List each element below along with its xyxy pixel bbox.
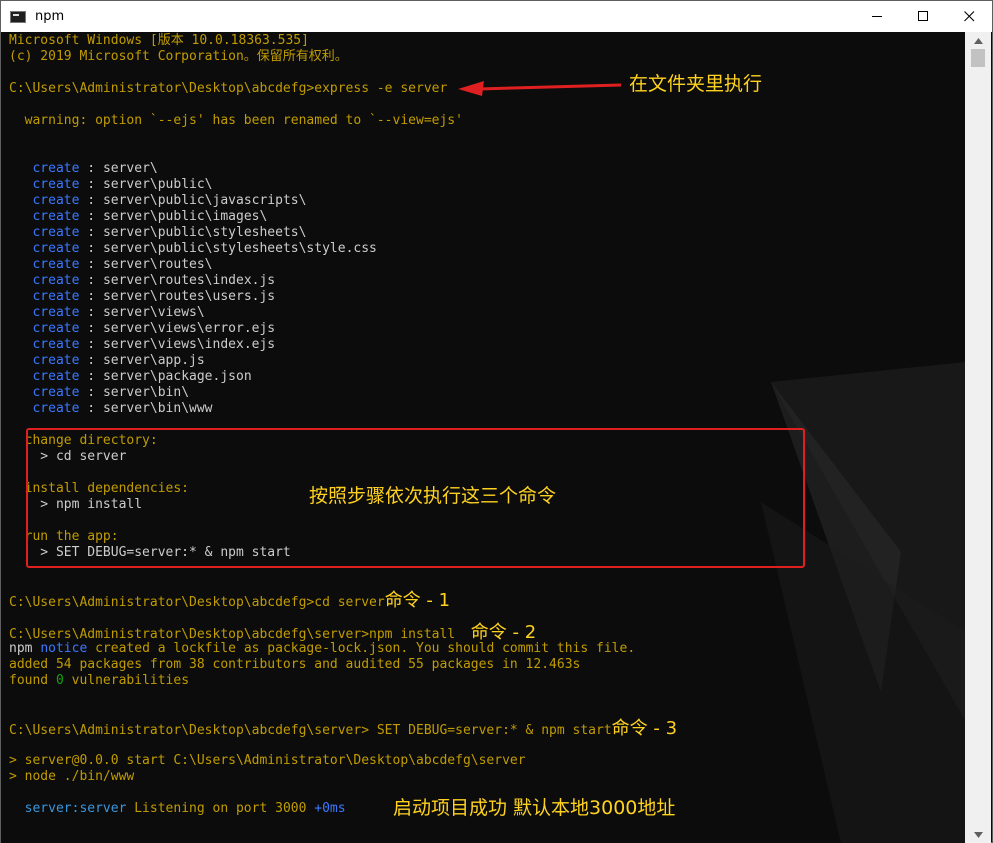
create-path: server\ [102, 161, 158, 176]
create-line: create : server\package.json [32, 369, 252, 384]
create-label: create [32, 289, 80, 304]
console-copyright: (c) 2019 Microsoft Corporation。保留所有权利。 [9, 49, 348, 64]
create-label: create [32, 241, 80, 256]
console-lines: Microsoft Windows [版本 10.0.18363.535] (c… [9, 33, 677, 817]
create-path: server\bin\www [102, 401, 213, 416]
create-line: create : server\views\error.ejs [32, 321, 276, 336]
create-path: server\routes\ [102, 257, 213, 272]
create-label: create [32, 257, 80, 272]
create-path: server\views\ [102, 305, 205, 320]
scroll-down-arrow[interactable] [965, 826, 991, 843]
create-path: server\routes\index.js [102, 273, 276, 288]
create-path: server\views\index.ejs [102, 337, 276, 352]
close-button[interactable] [946, 1, 992, 32]
create-line: create : server\routes\ [32, 257, 213, 272]
create-label: create [32, 369, 80, 384]
create-path: server\views\error.ejs [102, 321, 276, 336]
create-path: server\routes\users.js [102, 289, 276, 304]
create-line: create : server\public\javascripts\ [32, 193, 307, 208]
annotation-cmd-2: 命令 - 2 [470, 622, 537, 643]
create-label: create [32, 385, 80, 400]
annotation-steps: 按照步骤依次执行这三个命令 [309, 485, 557, 507]
npm-notice-line: npm notice created a lockfile as package… [9, 641, 636, 656]
create-path: server\public\images\ [102, 209, 268, 224]
create-line: create : server\app.js [32, 353, 205, 368]
create-line: create : server\bin\ [32, 385, 190, 400]
close-icon [963, 11, 974, 22]
scroll-thumb[interactable] [971, 49, 985, 67]
title-bar[interactable]: npm [1, 1, 992, 32]
scroll-up-arrow[interactable] [965, 32, 991, 49]
create-label: create [32, 193, 80, 208]
chevron-up-icon [973, 37, 983, 44]
create-path: server\package.json [102, 369, 252, 384]
create-line: create : server\views\index.ejs [32, 337, 276, 352]
minimize-button[interactable] [854, 1, 900, 32]
added-packages-line: added 54 packages from 38 contributors a… [9, 657, 581, 672]
console-output[interactable]: Microsoft Windows [版本 10.0.18363.535] (c… [1, 32, 966, 843]
create-path: server\public\javascripts\ [102, 193, 307, 208]
command-npm-start: C:\Users\Administrator\Desktop\abcdefg\s… [9, 718, 678, 739]
window-title: npm [35, 9, 65, 24]
create-label: create [32, 225, 80, 240]
create-path: server\public\stylesheets\ [102, 225, 307, 240]
console-header: Microsoft Windows [版本 10.0.18363.535] [9, 33, 309, 48]
create-label: create [32, 353, 80, 368]
command-cd: C:\Users\Administrator\Desktop\abcdefg>c… [9, 590, 451, 611]
create-line: create : server\routes\users.js [32, 289, 276, 304]
command-npm-install: C:\Users\Administrator\Desktop\abcdefg\s… [9, 622, 537, 643]
maximize-button[interactable] [900, 1, 946, 32]
cmd-icon [10, 10, 26, 23]
create-line: create : server\public\stylesheets\ [32, 225, 307, 240]
create-line: create : server\bin\www [32, 401, 213, 416]
annotation-cmd-3: 命令 - 3 [611, 718, 678, 739]
arrow-icon [458, 81, 622, 96]
create-label: create [32, 177, 80, 192]
create-line: create : server\routes\index.js [32, 273, 276, 288]
create-label: create [32, 321, 80, 336]
create-path: server\public\stylesheets\style.css [102, 241, 377, 256]
create-line: create : server\public\stylesheets\style… [32, 241, 377, 256]
minimize-icon [871, 16, 882, 17]
create-path: server\public\ [102, 177, 213, 192]
create-label: create [32, 305, 80, 320]
annotation-folder-exec: 在文件夹里执行 [629, 73, 763, 95]
chevron-down-icon [973, 831, 983, 838]
create-line: create : server\ [32, 161, 158, 176]
annotation-success: 启动项目成功 默认本地3000地址 [393, 797, 676, 819]
window-controls [854, 1, 992, 32]
create-path: server\bin\ [102, 385, 190, 400]
create-label: create [32, 273, 80, 288]
create-line: create : server\views\ [32, 305, 205, 320]
maximize-icon [917, 11, 928, 21]
node-line: > node ./bin/www [9, 769, 135, 784]
create-label: create [32, 209, 80, 224]
create-line: create : server\public\ [32, 177, 213, 192]
create-label: create [32, 161, 80, 176]
vertical-scrollbar[interactable] [965, 32, 991, 843]
create-label: create [32, 401, 80, 416]
vulnerabilities-line: found 0 vulnerabilities [9, 673, 190, 688]
npm-start-line: > server@0.0.0 start C:\Users\Administra… [9, 753, 526, 768]
warning-line: warning: option `--ejs' has been renamed… [9, 113, 463, 128]
create-line: create : server\public\images\ [32, 209, 268, 224]
create-path: server\app.js [102, 353, 205, 368]
terminal-window: npm Microsoft Windows [版本 10.0.18363.535… [0, 0, 993, 843]
annotation-cmd-1: 命令 - 1 [384, 590, 451, 611]
create-label: create [32, 337, 80, 352]
